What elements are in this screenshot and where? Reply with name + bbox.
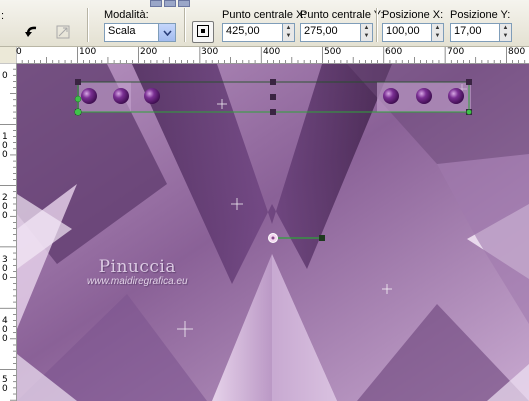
center-x-label: Punto centrale X: — [222, 9, 307, 21]
mode-label: Modalità: — [104, 9, 149, 21]
reset-arrow-button[interactable] — [21, 22, 43, 44]
pos-x-label: Posizione X: — [382, 9, 444, 21]
image-canvas[interactable]: Pinuccia www.maidiregrafica.eu — [17, 64, 529, 401]
ruler-label: 700 — [447, 47, 465, 57]
ruler-label: 600 — [385, 47, 403, 57]
pos-y-spinner[interactable]: ▲ ▼ — [499, 24, 511, 41]
center-y-label: Punto centrale Y: — [300, 9, 384, 21]
ruler-label: 100 — [79, 47, 97, 57]
vertical-ruler[interactable]: 0 1 0 0 2 0 0 3 0 0 4 0 0 5 0 — [0, 63, 17, 401]
pos-x-spinner[interactable]: ▲ ▼ — [431, 24, 443, 41]
pos-x-value: 100,00 — [386, 25, 420, 37]
center-target-icon — [196, 24, 210, 41]
vertical-ruler-ticks — [0, 63, 16, 401]
disabled-transform-button[interactable] — [52, 22, 74, 44]
artwork — [17, 64, 529, 401]
ruler-label: 300 — [201, 47, 219, 57]
watermark-name: Pinuccia — [98, 257, 176, 277]
chevron-down-icon[interactable] — [158, 24, 175, 41]
tool-options-toolbar: : Modalità: Scala Punto centrale X: 425,… — [0, 0, 529, 47]
curved-arrow-icon — [24, 24, 40, 43]
toolbar-separator — [87, 8, 89, 42]
ruler-label: 0 — [16, 47, 22, 57]
ruler-corner — [0, 47, 16, 63]
center-x-field[interactable]: 425,00 ▲ ▼ — [222, 23, 295, 42]
horizontal-ruler[interactable]: 0 100 200 300 400 500 600 700 800 — [16, 47, 529, 64]
toolbar-separator — [184, 8, 186, 42]
pos-x-field[interactable]: 100,00 ▲ ▼ — [382, 23, 444, 42]
ruler-label: 5 0 — [2, 375, 8, 394]
center-x-value: 425,00 — [226, 25, 260, 37]
ruler-label: 4 0 0 — [2, 316, 8, 344]
pos-y-field[interactable]: 17,00 ▲ ▼ — [450, 23, 512, 42]
mode-select-value: Scala — [108, 25, 136, 37]
toolbar-top-strip — [150, 0, 210, 7]
center-y-spinner[interactable]: ▲ ▼ — [360, 24, 372, 41]
ruler-label: 2 0 0 — [2, 193, 8, 221]
truncated-label: : — [1, 10, 5, 22]
ruler-label: 400 — [263, 47, 281, 57]
toolbar-separator — [376, 8, 378, 42]
watermark: Pinuccia www.maidiregrafica.eu — [87, 257, 188, 287]
ruler-label: 500 — [324, 47, 342, 57]
pos-y-label: Posizione Y: — [450, 9, 511, 21]
center-x-spinner[interactable]: ▲ ▼ — [282, 24, 294, 41]
mode-select[interactable]: Scala — [104, 23, 176, 42]
center-y-field[interactable]: 275,00 ▲ ▼ — [300, 23, 373, 42]
transform-box-icon — [55, 24, 71, 43]
center-point-button[interactable] — [192, 21, 214, 43]
pos-y-value: 17,00 — [454, 25, 482, 37]
ruler-label: 1 0 0 — [2, 132, 8, 160]
ruler-label: 3 0 0 — [2, 255, 8, 283]
center-y-value: 275,00 — [304, 25, 338, 37]
ruler-label: 0 — [2, 71, 8, 81]
watermark-url: www.maidiregrafica.eu — [87, 276, 188, 287]
ruler-label: 800 — [508, 47, 526, 57]
ruler-label: 200 — [140, 47, 158, 57]
